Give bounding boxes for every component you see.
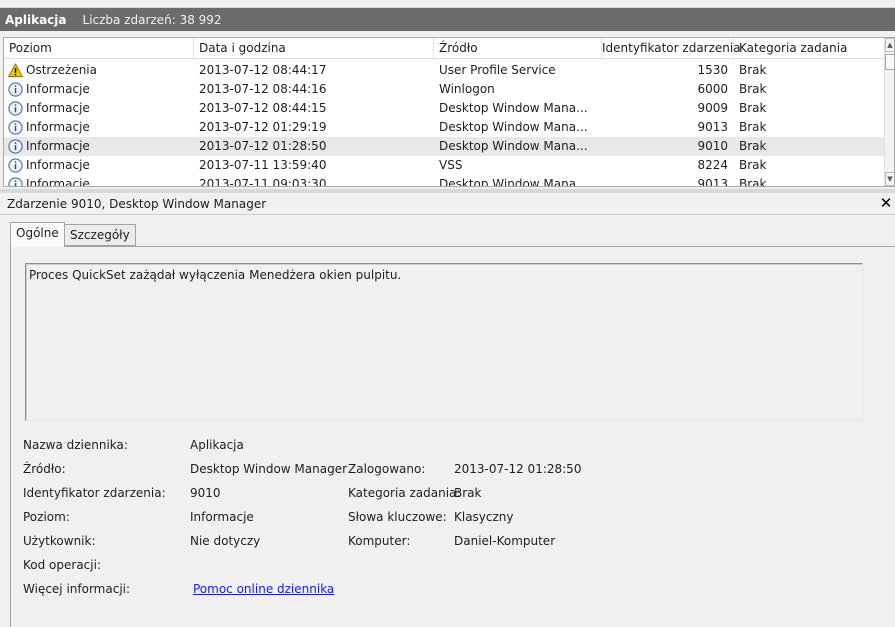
row-level: Informacje	[26, 120, 90, 134]
events-table[interactable]: Poziom Data i godzina Źródło Identyfikat…	[3, 37, 895, 187]
row-level: Informacje	[26, 177, 90, 187]
info-icon	[8, 101, 23, 116]
column-header-date[interactable]: Data i godzina	[194, 38, 434, 59]
row-date: 2013-07-12 08:44:15	[199, 101, 327, 115]
event-detail-title: Zdarzenie 9010, Desktop Window Manager	[7, 197, 267, 211]
online-help-link[interactable]: Pomoc online dziennika	[193, 582, 334, 596]
vertical-scrollbar[interactable]: ▲ ▼	[884, 38, 894, 186]
column-header-task-category[interactable]: Kategoria zadania	[734, 38, 884, 59]
close-icon[interactable]: ✕	[879, 194, 893, 212]
log-header-bar: Aplikacja Liczba zdarzeń: 38 992	[0, 8, 895, 31]
row-category: Brak	[739, 82, 767, 96]
computer-value: Daniel-Komputer	[454, 534, 556, 548]
log-name-value: Aplikacja	[190, 438, 244, 452]
source-label: Źródło:	[23, 462, 66, 476]
row-source: VSS	[439, 158, 463, 172]
row-date: 2013-07-12 08:44:16	[199, 82, 327, 96]
row-category: Brak	[739, 101, 767, 115]
level-value: Informacje	[190, 510, 254, 524]
tab-general[interactable]: Ogólne	[10, 222, 65, 247]
table-row[interactable]: Informacje 2013-07-11 13:59:40 VSS 8224 …	[4, 156, 884, 175]
row-source: Desktop Window Mana...	[439, 139, 588, 153]
row-category: Brak	[739, 158, 767, 172]
opcode-label: Kod operacji:	[23, 558, 101, 572]
column-header-source[interactable]: Źródło	[434, 38, 602, 59]
event-message: Proces QuickSet zażądał wyłączenia Mened…	[29, 268, 402, 282]
task-category-label: Kategoria zadania:	[348, 486, 461, 500]
warning-icon	[8, 63, 23, 78]
row-date: 2013-07-11 13:59:40	[199, 158, 327, 172]
table-header: Poziom Data i godzina Źródło Identyfikat…	[4, 38, 884, 59]
column-header-level[interactable]: Poziom	[4, 38, 194, 59]
table-row[interactable]: Informacje 2013-07-12 01:29:19 Desktop W…	[4, 118, 884, 137]
table-row[interactable]: Informacje 2013-07-12 08:44:16 Winlogon …	[4, 80, 884, 99]
row-source: Desktop Window Mana...	[439, 120, 588, 134]
general-tab-panel: Proces QuickSet zażądał wyłączenia Mened…	[10, 246, 895, 627]
event-message-box[interactable]: Proces QuickSet zażądał wyłączenia Mened…	[25, 263, 863, 421]
table-row[interactable]: Ostrzeżenia 2013-07-12 08:44:17 User Pro…	[4, 61, 884, 80]
event-id-value: 9010	[190, 486, 221, 500]
row-date: 2013-07-11 09:03:30	[199, 177, 327, 187]
info-icon	[8, 139, 23, 154]
table-row[interactable]: Informacje 2013-07-11 09:03:30 Desktop W…	[4, 175, 884, 187]
row-event-id: 9013	[697, 177, 728, 187]
logged-value: 2013-07-12 01:28:50	[454, 462, 582, 476]
row-event-id: 9009	[697, 101, 728, 115]
keywords-value: Klasyczny	[454, 510, 514, 524]
row-event-id: 8224	[697, 158, 728, 172]
table-row-selected[interactable]: Informacje 2013-07-12 01:28:50 Desktop W…	[4, 137, 884, 156]
level-label: Poziom:	[23, 510, 70, 524]
computer-label: Komputer:	[348, 534, 411, 548]
log-name-label: Nazwa dziennika:	[23, 438, 128, 452]
user-value: Nie dotyczy	[190, 534, 261, 548]
info-icon	[8, 120, 23, 135]
more-info-label: Więcej informacji:	[23, 582, 131, 596]
row-category: Brak	[739, 63, 767, 77]
info-icon	[8, 177, 23, 186]
info-icon	[8, 82, 23, 97]
scroll-down-icon[interactable]: ▼	[885, 172, 894, 186]
row-source: Desktop Window Mana...	[439, 101, 588, 115]
task-category-value: Brak	[454, 486, 482, 500]
event-id-label: Identyfikator zdarzenia:	[23, 486, 166, 500]
user-label: Użytkownik:	[23, 534, 96, 548]
scroll-thumb[interactable]	[885, 54, 894, 70]
keywords-label: Słowa kluczowe:	[348, 510, 447, 524]
tab-details[interactable]: Szczegóły	[64, 224, 136, 246]
row-level: Informacje	[26, 82, 90, 96]
row-event-id: 6000	[697, 82, 728, 96]
info-icon	[8, 158, 23, 173]
row-category: Brak	[739, 139, 767, 153]
column-header-event-id[interactable]: Identyfikator zdarzenia	[602, 38, 741, 59]
source-value: Desktop Window Manager	[190, 462, 348, 476]
row-date: 2013-07-12 08:44:17	[199, 63, 327, 77]
log-title: Aplikacja	[5, 12, 67, 27]
row-source: User Profile Service	[439, 63, 556, 77]
logged-label: Zalogowano:	[348, 462, 426, 476]
row-category: Brak	[739, 177, 767, 187]
row-source: Desktop Window Mana...	[439, 177, 588, 187]
row-level: Informacje	[26, 101, 90, 115]
row-date: 2013-07-12 01:29:19	[199, 120, 327, 134]
event-detail-header: Zdarzenie 9010, Desktop Window Manager ✕	[0, 193, 895, 215]
row-level: Ostrzeżenia	[26, 63, 97, 77]
row-level: Informacje	[26, 139, 90, 153]
row-category: Brak	[739, 120, 767, 134]
row-event-id: 9013	[697, 120, 728, 134]
row-source: Winlogon	[439, 82, 495, 96]
event-count: Liczba zdarzeń: 38 992	[82, 12, 222, 27]
row-event-id: 1530	[697, 63, 728, 77]
row-event-id: 9010	[697, 139, 728, 153]
row-date: 2013-07-12 01:28:50	[199, 139, 327, 153]
scroll-up-icon[interactable]: ▲	[885, 38, 894, 52]
row-level: Informacje	[26, 158, 90, 172]
table-row[interactable]: Informacje 2013-07-12 08:44:15 Desktop W…	[4, 99, 884, 118]
top-edge	[0, 0, 895, 8]
